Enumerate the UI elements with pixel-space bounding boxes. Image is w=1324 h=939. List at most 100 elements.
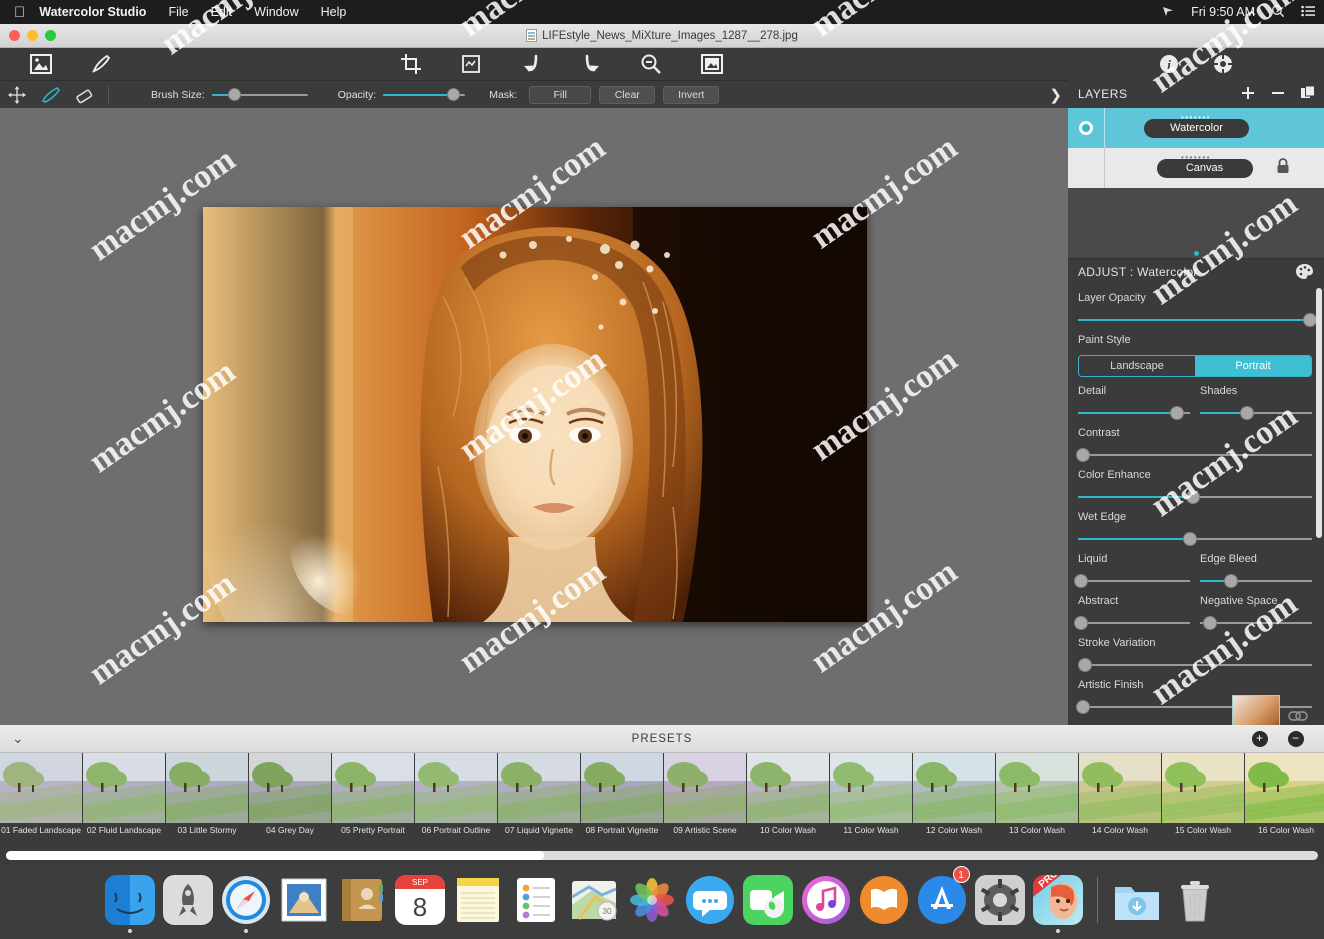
presets-list[interactable]: 01 Faded Landscape 02 Fluid Landscape 03… [0, 753, 1324, 839]
remove-layer-icon[interactable] [1270, 85, 1286, 104]
notes-icon[interactable] [453, 875, 503, 925]
calendar-icon[interactable]: SEP8 [395, 875, 445, 925]
siri-icon[interactable] [1161, 4, 1175, 21]
zoom-out-icon[interactable] [634, 48, 668, 80]
dock-item-watercolor-studio[interactable]: PRO [1031, 867, 1085, 933]
stroke-variation-slider[interactable] [1078, 658, 1312, 671]
brush-tool-icon[interactable] [34, 81, 68, 109]
duplicate-layer-icon[interactable] [1300, 85, 1316, 104]
preset-item[interactable]: 09 Artistic Scene [664, 753, 746, 839]
safari-icon[interactable] [221, 875, 271, 925]
lock-icon[interactable] [1276, 158, 1290, 179]
maps-icon[interactable]: 30 [569, 875, 619, 925]
mask-invert-button[interactable]: Invert [663, 86, 719, 104]
preset-item[interactable]: 05 Pretty Portrait [332, 753, 414, 839]
preset-item[interactable]: 13 Color Wash [996, 753, 1078, 839]
dock-item-itunes[interactable] [799, 867, 853, 933]
layer-opacity-slider[interactable] [1078, 313, 1312, 326]
preset-item[interactable]: 16 Color Wash [1245, 753, 1324, 839]
dock-item-finder[interactable] [103, 867, 157, 933]
reminders-icon[interactable] [511, 875, 561, 925]
paint-style-landscape[interactable]: Landscape [1079, 356, 1195, 376]
preset-item[interactable]: 04 Grey Day [249, 753, 331, 839]
apple-logo-icon[interactable]:  [14, 5, 25, 20]
preset-item[interactable]: 10 Color Wash [747, 753, 829, 839]
info-icon[interactable]: i [1152, 48, 1186, 80]
image-canvas[interactable] [203, 207, 867, 622]
edge-bleed-slider[interactable] [1200, 574, 1312, 587]
preset-item[interactable]: 06 Portrait Outline [415, 753, 497, 839]
dock-item-reminders[interactable] [509, 867, 563, 933]
dock-item-downloads-folder[interactable] [1110, 867, 1164, 933]
launchpad-icon[interactable] [163, 875, 213, 925]
search-icon[interactable] [1271, 4, 1285, 21]
itunes-icon[interactable] [801, 875, 851, 925]
contacts-icon[interactable] [337, 875, 387, 925]
layer-drag-handle[interactable]: ••••••• [1181, 113, 1211, 122]
dock-item-mail[interactable] [277, 867, 331, 933]
dock-item-trash[interactable] [1168, 867, 1222, 933]
fit-image-icon[interactable] [695, 48, 729, 80]
color-enhance-slider[interactable] [1078, 490, 1312, 503]
settings-icon[interactable] [1206, 48, 1240, 80]
dock-item-photos[interactable] [625, 867, 679, 933]
crop-icon[interactable] [394, 48, 428, 80]
minimize-button[interactable] [27, 30, 38, 41]
eraser-tool-icon[interactable] [68, 81, 102, 109]
shades-slider[interactable] [1200, 406, 1312, 419]
paint-brush-icon[interactable] [84, 48, 118, 80]
presets-scrollbar[interactable] [6, 851, 1318, 860]
wet-edge-slider[interactable] [1078, 532, 1312, 545]
redo-icon[interactable] [575, 48, 609, 80]
mask-fill-button[interactable]: Fill [529, 86, 591, 104]
preset-item[interactable]: 03 Little Stormy [166, 753, 248, 839]
add-preset-button[interactable]: + [1252, 731, 1268, 747]
liquid-slider[interactable] [1078, 574, 1190, 587]
zoom-button[interactable] [45, 30, 56, 41]
dock-item-launchpad[interactable] [161, 867, 215, 933]
preset-item[interactable]: 01 Faded Landscape [0, 753, 82, 839]
contrast-slider[interactable] [1078, 448, 1312, 461]
dock-item-safari[interactable] [219, 867, 273, 933]
layer-row-watercolor[interactable]: ••••••• Watercolor [1068, 108, 1324, 148]
facetime-icon[interactable] [743, 875, 793, 925]
dock-item-messages[interactable] [683, 867, 737, 933]
dock-item-system-preferences[interactable] [973, 867, 1027, 933]
mask-clear-button[interactable]: Clear [599, 86, 655, 104]
preset-item[interactable]: 02 Fluid Landscape [83, 753, 165, 839]
trash-icon[interactable] [1170, 875, 1220, 925]
layer-drag-handle[interactable]: ••••••• [1181, 153, 1211, 162]
add-layer-icon[interactable] [1240, 85, 1256, 104]
menu-item-help[interactable]: Help [321, 5, 347, 19]
abstract-slider[interactable] [1078, 616, 1190, 629]
menu-item-window[interactable]: Window [254, 5, 298, 19]
layer-row-canvas[interactable]: ••••••• Canvas [1068, 148, 1324, 188]
negative-space-slider[interactable] [1200, 616, 1312, 629]
panel-resize-handle[interactable] [1068, 248, 1324, 258]
canvas-area[interactable] [0, 108, 1068, 725]
window-traffic-lights[interactable] [9, 30, 56, 41]
paint-style-segmented-control[interactable]: Landscape Portrait [1078, 355, 1312, 377]
ibooks-icon[interactable] [859, 875, 909, 925]
remove-preset-button[interactable]: − [1288, 731, 1304, 747]
preset-item[interactable]: 11 Color Wash [830, 753, 912, 839]
slider-knob[interactable] [228, 88, 241, 101]
system-preferences-icon[interactable] [975, 875, 1025, 925]
messages-icon[interactable] [685, 875, 735, 925]
downloads-folder-icon[interactable] [1112, 875, 1162, 925]
menu-item-file[interactable]: File [168, 5, 188, 19]
notification-center-icon[interactable] [1301, 4, 1316, 21]
presets-strip[interactable]: 01 Faded Landscape 02 Fluid Landscape 03… [0, 753, 1324, 865]
menu-app-name[interactable]: Watercolor Studio [39, 5, 146, 19]
menu-bar-clock[interactable]: Fri 9:50 AM [1191, 5, 1255, 19]
watercolor-studio-icon[interactable]: PRO [1033, 875, 1083, 925]
photos-icon[interactable] [627, 875, 677, 925]
dock-item-facetime[interactable] [741, 867, 795, 933]
dock-item-app-store[interactable]: 1 [915, 867, 969, 933]
dock-item-ibooks[interactable] [857, 867, 911, 933]
chevron-down-icon[interactable]: ⌄ [12, 730, 25, 747]
dock-item-calendar[interactable]: SEP8 [393, 867, 447, 933]
layer-visibility-toggle[interactable] [1068, 121, 1104, 135]
brush-size-slider[interactable] [212, 88, 308, 102]
move-tool-icon[interactable] [0, 81, 34, 109]
